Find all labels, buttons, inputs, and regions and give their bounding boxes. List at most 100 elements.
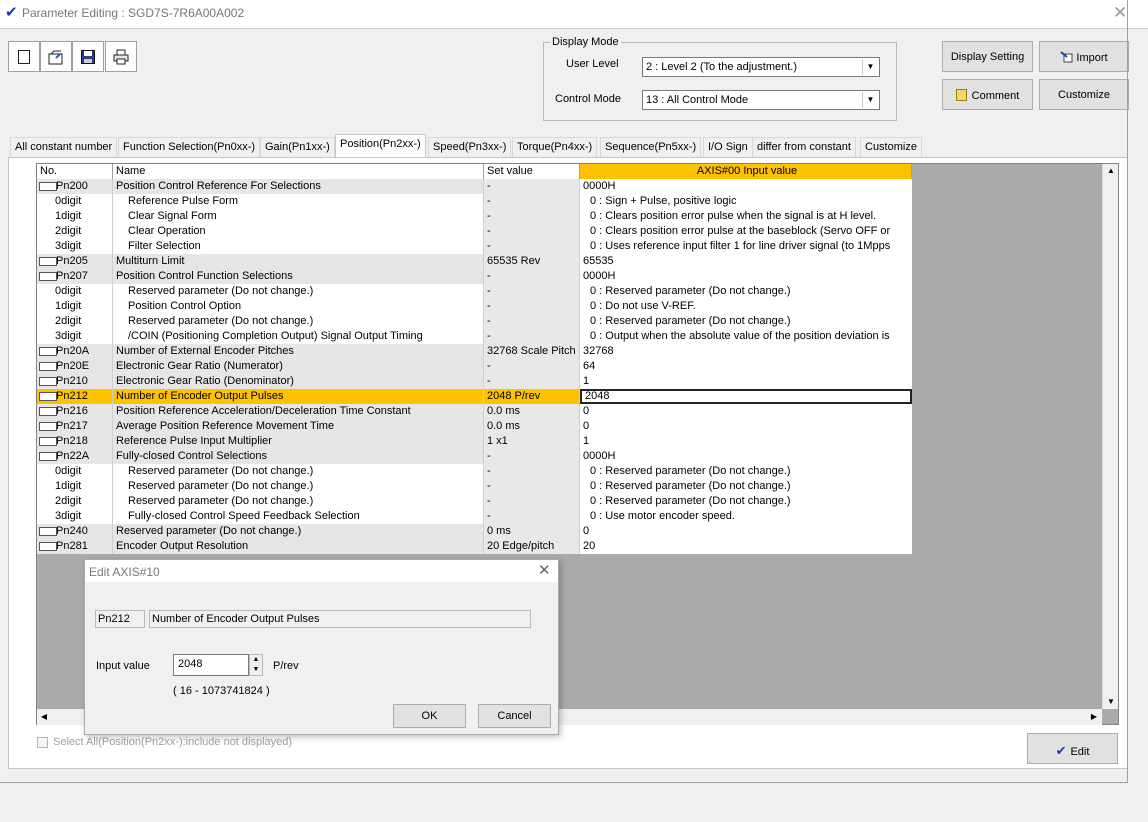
scroll-left-icon[interactable]: ◀ [37,712,51,721]
table-row[interactable]: Pn210 Electronic Gear Ratio (Denominator)… [37,374,912,389]
row-checkbox[interactable] [39,392,57,401]
edit-button[interactable]: ✔ Edit [1027,733,1118,764]
header-no[interactable]: No. [37,164,113,179]
row-input-value[interactable]: 2048 [580,389,912,404]
chevron-down-icon[interactable]: ▼ [862,92,878,108]
header-name[interactable]: Name [113,164,484,179]
table-row[interactable]: 3digit Fully-closed Control Speed Feedbac… [37,509,912,524]
row-input-value[interactable]: 0 : Use motor encoder speed. [580,509,912,524]
row-input-value[interactable]: 0 : Do not use V-REF. [580,299,912,314]
row-input-value[interactable]: 1 [580,434,912,449]
table-row[interactable]: 2digit Clear Operation - 0 : Clears positio… [37,224,912,239]
table-row[interactable]: 3digit Filter Selection - 0 : Uses referenc… [37,239,912,254]
row-input-value[interactable]: 0000H [580,269,912,284]
tab-differ-from-constant[interactable]: differ from constant [752,137,856,157]
row-input-value[interactable]: 64 [580,359,912,374]
row-checkbox[interactable] [39,527,57,536]
tab-io-sign[interactable]: I/O Sign [703,137,753,157]
row-input-value[interactable]: 0 : Sign + Pulse, positive logic [580,194,912,209]
table-row[interactable]: Pn212 Number of Encoder Output Pulses 2048… [37,389,912,404]
row-input-value[interactable]: 0 : Clears position error pulse at the b… [580,224,912,239]
row-input-value[interactable]: 0000H [580,449,912,464]
dialog-close-icon[interactable]: ✕ [538,561,551,579]
row-input-value[interactable]: 0 : Reserved parameter (Do not change.) [580,284,912,299]
table-row[interactable]: 2digit Reserved parameter (Do not change.… [37,314,912,329]
tab-customize[interactable]: Customize [860,137,922,157]
row-checkbox[interactable] [39,347,57,356]
dialog-input-field[interactable]: 2048 [173,654,249,676]
tab-function-selection[interactable]: Function Selection(Pn0xx-) [118,137,261,157]
control-mode-select[interactable]: 13 : All Control Mode ▼ [642,90,880,110]
table-row[interactable]: Pn218 Reference Pulse Input Multiplier 1 x… [37,434,912,449]
table-row[interactable]: 1digit Clear Signal Form - 0 : Clears posit… [37,209,912,224]
user-level-select[interactable]: 2 : Level 2 (To the adjustment.) ▼ [642,57,880,77]
tab-torque[interactable]: Torque(Pn4xx-) [512,137,598,157]
vertical-scrollbar[interactable]: ▲ ▼ [1102,164,1118,709]
tab-speed[interactable]: Speed(Pn3xx-) [428,137,512,157]
save-button[interactable] [72,41,104,72]
scroll-down-icon[interactable]: ▼ [1104,697,1118,706]
row-checkbox[interactable] [39,362,57,371]
dialog-cancel-button[interactable]: Cancel [478,704,551,728]
table-row[interactable]: Pn20E Electronic Gear Ratio (Numerator) - 6… [37,359,912,374]
table-row[interactable]: Pn22A Fully-closed Control Selections - 000… [37,449,912,464]
row-checkbox[interactable] [39,422,57,431]
table-row[interactable]: 0digit Reserved parameter (Do not change.… [37,284,912,299]
header-input-value[interactable]: AXIS#00 Input value [580,164,912,179]
row-input-value[interactable]: 0 : Uses reference input filter 1 for li… [580,239,912,254]
table-row[interactable]: Pn240 Reserved parameter (Do not change.)… [37,524,912,539]
row-input-value[interactable]: 65535 [580,254,912,269]
row-input-value[interactable]: 32768 [580,344,912,359]
table-row[interactable]: Pn20A Number of External Encoder Pitches 3… [37,344,912,359]
select-all-checkbox[interactable] [37,737,48,748]
import-button[interactable]: Import [1039,41,1129,72]
row-input-value[interactable]: 0 : Clears position error pulse when the… [580,209,912,224]
chevron-down-icon[interactable]: ▼ [862,59,878,75]
table-row[interactable]: 3digit/COIN (Positioning Completion Outp… [37,329,912,344]
row-input-value[interactable]: 0 : Reserved parameter (Do not change.) [580,479,912,494]
table-row[interactable]: Pn281 Encoder Output Resolution 20 Edge/pi… [37,539,912,554]
row-input-value[interactable]: 1 [580,374,912,389]
table-row[interactable]: Pn217 Average Position Reference Movement… [37,419,912,434]
row-checkbox[interactable] [39,407,57,416]
row-input-value[interactable]: 0 [580,524,912,539]
row-input-value[interactable]: 20 [580,539,912,554]
tab-sequence[interactable]: Sequence(Pn5xx-) [600,137,702,157]
row-input-value[interactable]: 0 : Reserved parameter (Do not change.) [580,494,912,509]
dialog-ok-button[interactable]: OK [393,704,466,728]
tab-gain[interactable]: Gain(Pn1xx-) [260,137,335,157]
row-input-value[interactable]: 0 : Reserved parameter (Do not change.) [580,464,912,479]
table-row[interactable]: 1digit Position Control Option - 0 : Do not… [37,299,912,314]
dialog-spin-buttons[interactable]: ▲ ▼ [249,654,263,676]
table-row[interactable]: 2digit Reserved parameter (Do not change.… [37,494,912,509]
table-row[interactable]: 1digit Reserved parameter (Do not change.… [37,479,912,494]
close-icon[interactable]: ✕ [1113,3,1127,23]
display-setting-button[interactable]: Display Setting [942,41,1033,72]
table-row[interactable]: Pn207 Position Control Function Selection… [37,269,912,284]
table-row[interactable]: 0digit Reference Pulse Form - 0 : Sign + Pu… [37,194,912,209]
row-input-value[interactable]: 0 [580,419,912,434]
comment-button[interactable]: Comment [942,79,1033,110]
scroll-up-icon[interactable]: ▲ [1104,166,1118,175]
customize-button[interactable]: Customize [1039,79,1129,110]
row-checkbox[interactable] [39,437,57,446]
table-row[interactable]: Pn205 Multiturn Limit 65535 Rev 65535 [37,254,912,269]
tab-all-constant[interactable]: All constant number [10,137,118,157]
row-input-value[interactable]: 0 : Output when the absolute value of th… [580,329,912,344]
row-checkbox[interactable] [39,272,57,281]
new-button[interactable] [8,41,40,72]
table-row[interactable]: Pn200 Position Control Reference For Sele… [37,179,912,194]
table-row[interactable]: Pn216 Position Reference Acceleration/Dec… [37,404,912,419]
tab-position[interactable]: Position(Pn2xx-) [335,134,426,157]
table-row[interactable]: 0digit Reserved parameter (Do not change.… [37,464,912,479]
spin-up-icon[interactable]: ▲ [250,655,262,665]
row-checkbox[interactable] [39,182,57,191]
scroll-right-icon[interactable]: ▶ [1087,712,1101,721]
row-checkbox[interactable] [39,542,57,551]
open-button[interactable] [40,41,72,72]
spin-down-icon[interactable]: ▼ [250,665,262,675]
print-button[interactable] [105,41,137,72]
header-set-value[interactable]: Set value [484,164,580,179]
row-input-value[interactable]: 0 : Reserved parameter (Do not change.) [580,314,912,329]
row-checkbox[interactable] [39,377,57,386]
